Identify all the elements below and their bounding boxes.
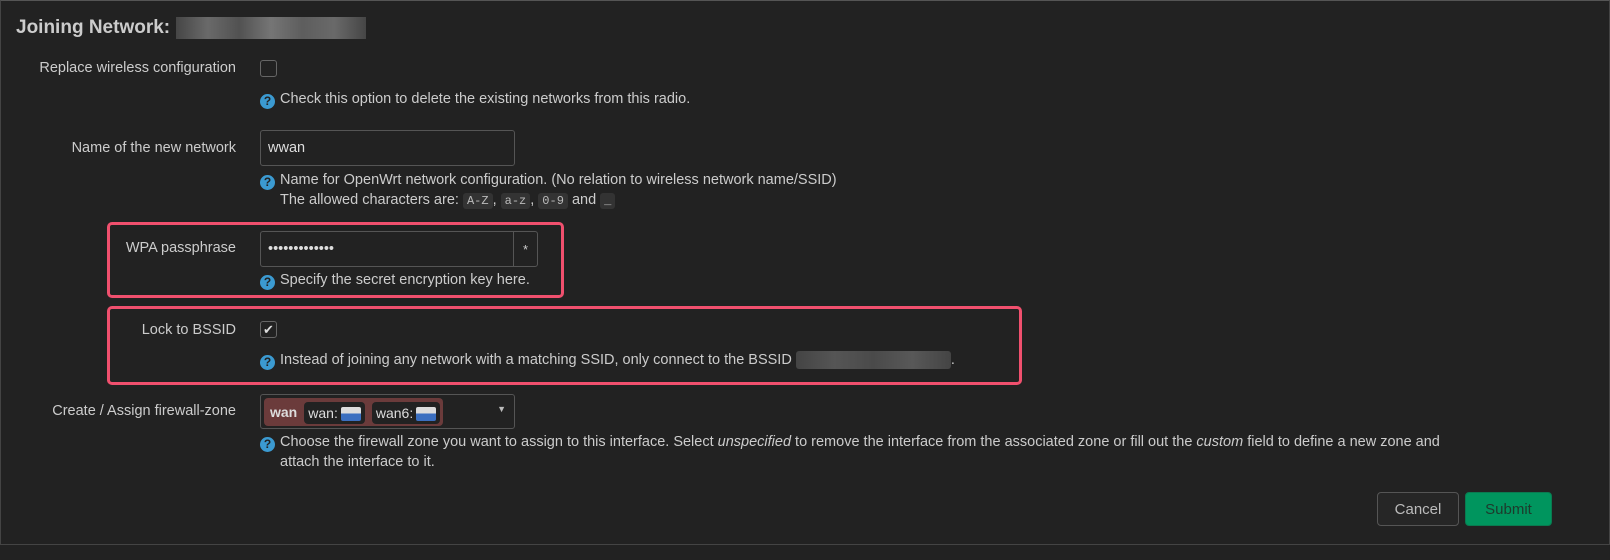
- help-icon: ?: [260, 275, 275, 290]
- replace-help: ? Check this option to delete the existin…: [260, 89, 690, 109]
- help-icon: ?: [260, 94, 275, 109]
- wpa-passphrase-input[interactable]: [260, 231, 514, 267]
- chevron-down-icon: ▼: [497, 404, 506, 414]
- redacted-network-name: [176, 17, 367, 39]
- firewall-zone-select[interactable]: wan wan: wan6: ▼: [260, 394, 515, 429]
- help-icon: ?: [260, 175, 275, 190]
- reveal-password-button[interactable]: *: [513, 231, 538, 267]
- name-help: ? Name for OpenWrt network configuration.…: [260, 170, 837, 211]
- zone-help: ? Choose the firewall zone you want to as…: [260, 432, 1560, 472]
- zone-badge: wan wan: wan6:: [264, 398, 444, 426]
- wpa-help: ? Specify the secret encryption key here.: [260, 270, 530, 290]
- dialog-title: Joining Network:: [16, 17, 367, 39]
- code-digits: 0-9: [538, 193, 568, 209]
- replace-checkbox[interactable]: [260, 60, 277, 77]
- code-underscore: _: [600, 193, 616, 209]
- code-az-lower: a-z: [500, 193, 531, 209]
- redacted-bssid: [795, 351, 951, 370]
- zone-chip-wan: wan:: [304, 402, 365, 425]
- replace-label: Replace wireless configuration: [39, 60, 236, 76]
- cancel-button[interactable]: Cancel: [1377, 492, 1459, 526]
- code-az-upper: A-Z: [462, 193, 493, 209]
- network-name-input[interactable]: [260, 130, 515, 166]
- bssid-checkbox[interactable]: ✔: [260, 321, 277, 338]
- bssid-highlight: [107, 306, 1022, 385]
- zone-chip-wan6: wan6:: [371, 402, 441, 425]
- bssid-label: Lock to BSSID: [141, 322, 236, 338]
- help-icon: ?: [260, 437, 275, 452]
- ethernet-port-icon: [340, 407, 361, 422]
- bssid-help: ? Instead of joining any network with a m…: [260, 350, 955, 370]
- ethernet-port-icon: [416, 407, 437, 422]
- zone-label: Create / Assign firewall-zone: [52, 403, 236, 419]
- wpa-label: WPA passphrase: [125, 240, 236, 256]
- submit-button[interactable]: Submit: [1465, 492, 1552, 526]
- name-label: Name of the new network: [71, 140, 236, 156]
- help-icon: ?: [260, 355, 275, 370]
